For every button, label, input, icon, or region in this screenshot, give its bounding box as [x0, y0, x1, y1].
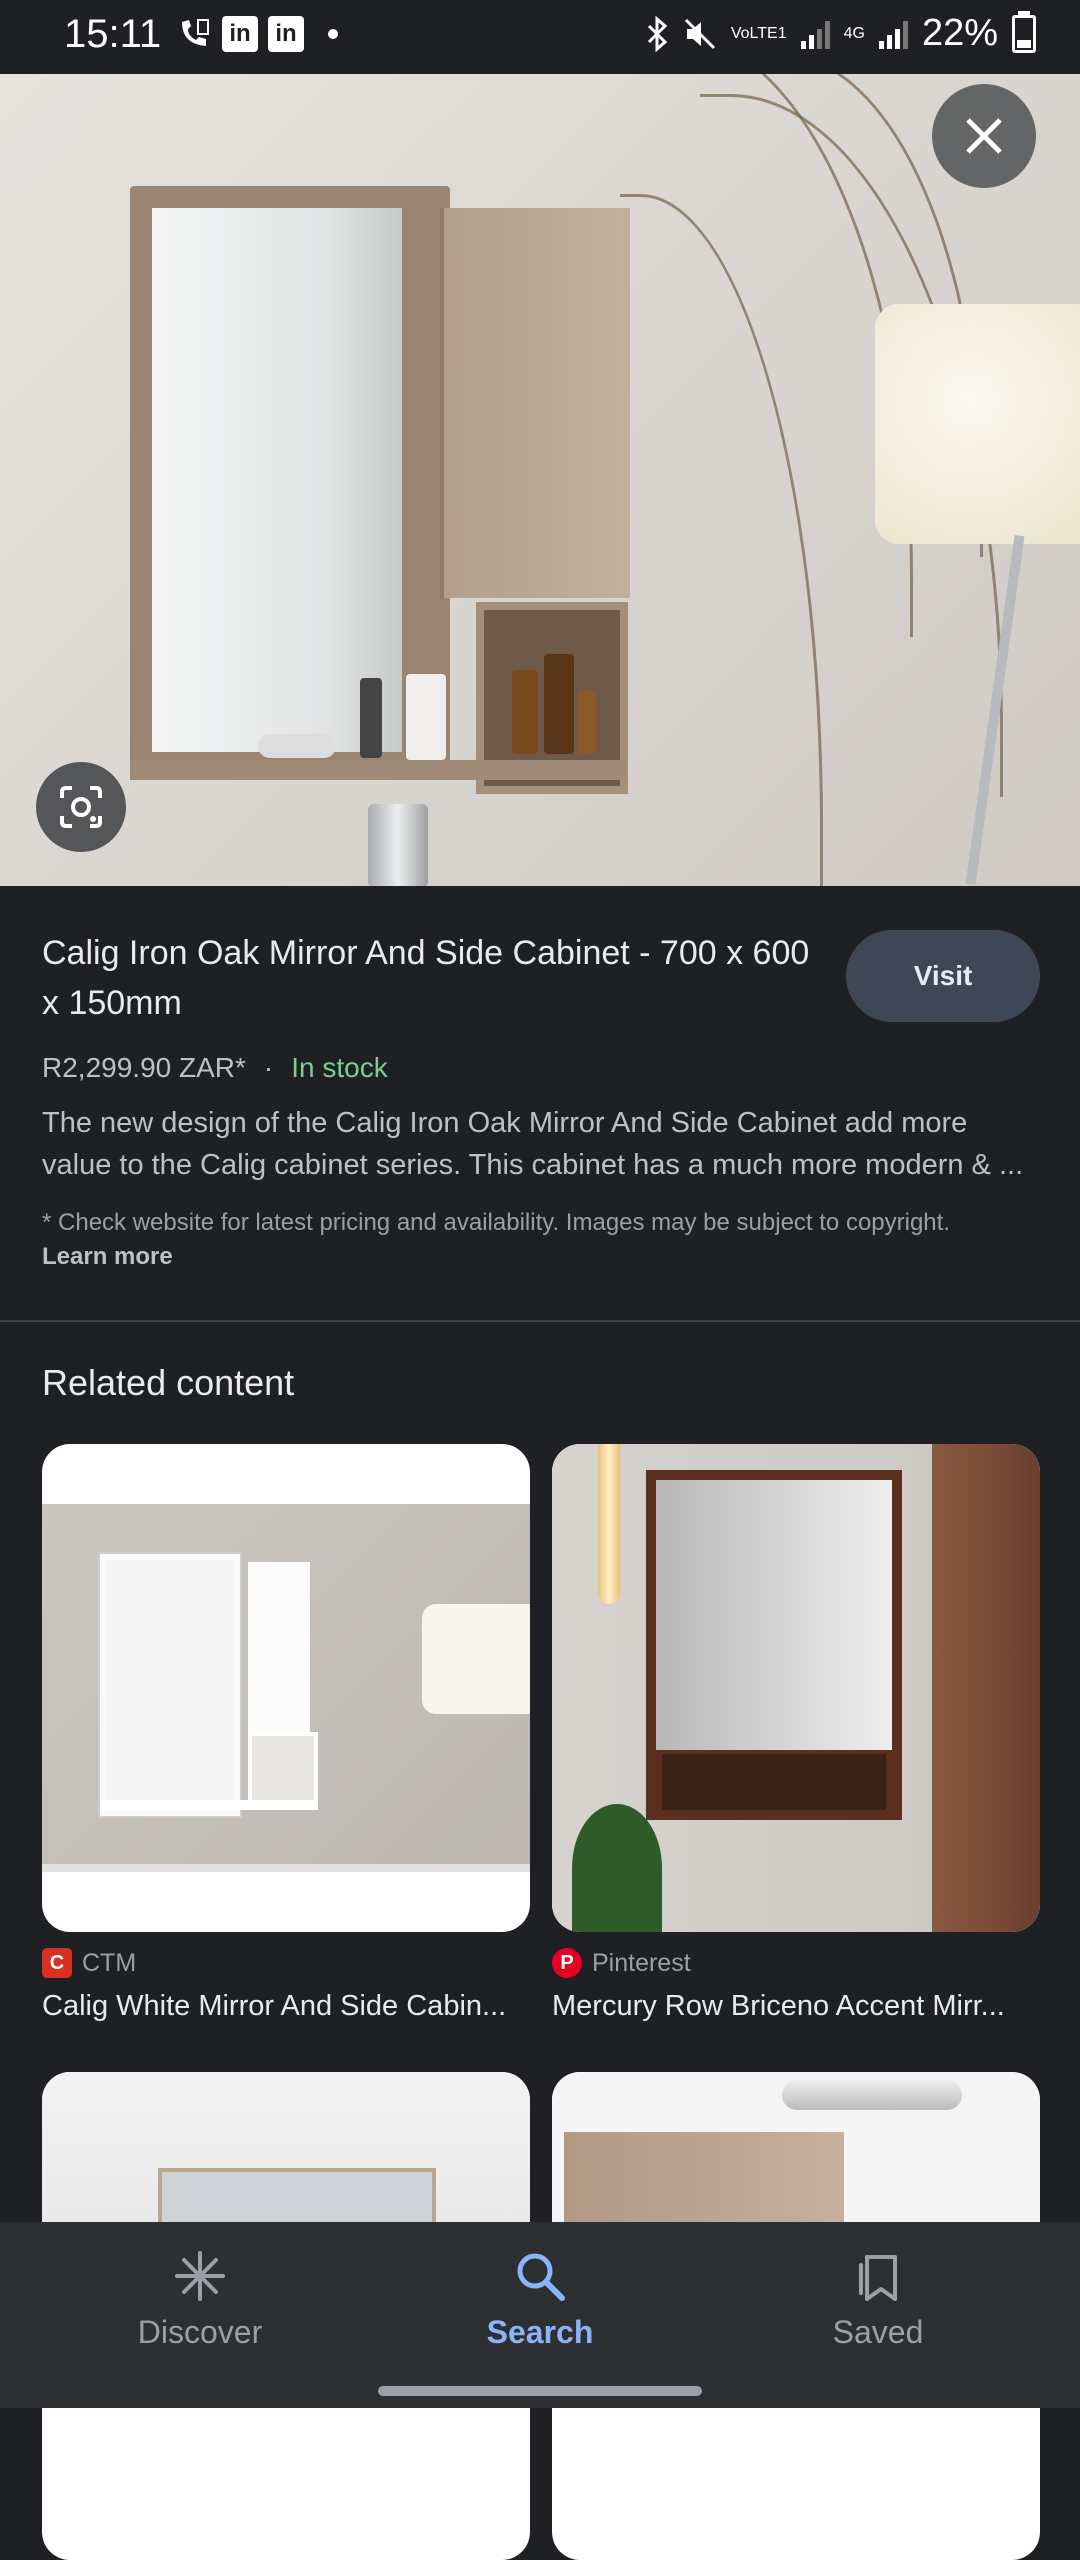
mute-icon [684, 18, 715, 49]
gesture-bar[interactable] [378, 2386, 702, 2396]
nav-label: Search [486, 2314, 594, 2350]
related-source: C CTM [42, 1948, 136, 1978]
mirror [152, 208, 402, 752]
related-heading: Related content [42, 1362, 295, 1403]
status-bar: 15:11 in in VoLTE1 4G 22% [0, 0, 1080, 74]
asterisk-icon [175, 2251, 225, 2301]
stock-status: In stock [291, 1052, 388, 1083]
source-name: Pinterest [592, 1948, 691, 1977]
product-description: The new design of the Calig Iron Oak Mir… [42, 1107, 1024, 1181]
linkedin-icon: in [268, 16, 304, 52]
related-card[interactable] [552, 1444, 1040, 1932]
close-icon [966, 118, 1002, 154]
linkedin-icon: in [222, 16, 258, 52]
faucet [368, 804, 428, 886]
side-cabinet [440, 208, 630, 598]
learn-more-link[interactable]: Learn more [42, 1243, 173, 1270]
price-row: R2,299.90 ZAR* · In stock [42, 1052, 388, 1084]
close-button[interactable] [932, 84, 1036, 188]
battery-icon [1012, 10, 1036, 53]
search-icon [517, 2253, 565, 2301]
more-notifications-icon [328, 29, 338, 39]
nav-label: Saved [832, 2314, 924, 2350]
product-image[interactable] [0, 74, 1080, 886]
notification-icons: in in [176, 16, 338, 52]
battery-percent: 22% [921, 12, 998, 54]
network-type-label: 4G [843, 24, 865, 42]
disclaimer: * Check website for latest pricing and a… [42, 1206, 1002, 1274]
pinterest-logo-icon: P [552, 1948, 582, 1978]
related-card[interactable] [42, 1444, 530, 1932]
related-title[interactable]: Calig White Mirror And Side Cabin... [42, 1990, 532, 2023]
source-name: CTM [82, 1948, 137, 1977]
visit-button[interactable]: Visit [846, 930, 1040, 1022]
call-wifi-icon [182, 19, 209, 46]
nav-search[interactable]: Search [430, 2244, 650, 2351]
bottom-navigation: Discover Search Saved [0, 2222, 1080, 2408]
divider [0, 1320, 1080, 1322]
product-title: Calig Iron Oak Mirror And Side Cabinet -… [42, 934, 810, 1022]
related-source: P Pinterest [552, 1948, 691, 1978]
disclaimer-text: * Check website for latest pricing and a… [42, 1209, 950, 1236]
price: R2,299.90 ZAR* [42, 1052, 246, 1083]
nav-saved[interactable]: Saved [768, 2244, 988, 2351]
volte-label: VoLTE1 [730, 24, 787, 42]
lamp-shade [875, 304, 1080, 544]
bookmarks-icon [859, 2255, 897, 2301]
signal-icon [800, 19, 830, 49]
nav-discover[interactable]: Discover [90, 2244, 310, 2351]
google-lens-icon [60, 786, 102, 828]
bluetooth-icon [647, 15, 668, 52]
lens-button[interactable] [36, 762, 126, 852]
separator: · [263, 1052, 274, 1083]
signal-icon [878, 19, 908, 49]
related-title[interactable]: Mercury Row Briceno Accent Mirr... [552, 1990, 1042, 2023]
nav-label: Discover [137, 2314, 263, 2350]
status-time: 15:11 [64, 12, 162, 56]
system-icons: VoLTE1 4G 22% [645, 10, 1036, 55]
ctm-logo-icon: C [42, 1948, 72, 1978]
